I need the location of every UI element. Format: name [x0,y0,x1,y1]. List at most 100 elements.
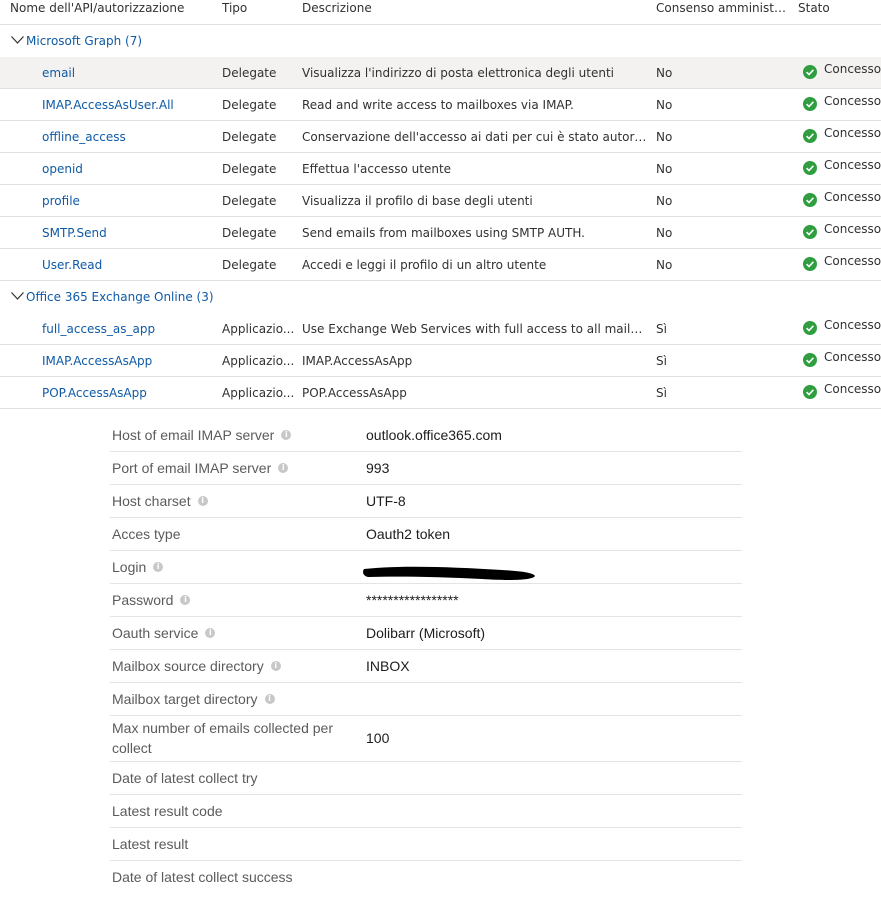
setting-label-text: Latest result [112,836,189,852]
info-icon[interactable]: i [281,430,292,441]
check-circle-icon [803,352,817,367]
permission-admin-consent: Sì [656,354,667,368]
permission-row[interactable]: IMAP.AccessAsApp Applicazio... IMAP.Access… [0,345,881,377]
permission-row[interactable]: offline_access Delegate Conservazione dell… [0,121,881,153]
status-label: Concesso p [824,158,881,172]
setting-value: INBOX [366,658,410,674]
status-label: Concesso p [824,190,881,204]
permission-admin-consent: No [656,226,673,240]
group-label[interactable]: Microsoft Graph (7) [26,25,142,58]
permission-row[interactable]: email Delegate Visualizza l'indirizzo di p… [0,57,881,89]
setting-value: UTF-8 [366,493,406,509]
setting-label-text: Latest result code [112,803,223,819]
status-label: Concesso p [824,126,881,140]
permission-admin-consent: No [656,66,673,80]
info-icon[interactable]: i [278,463,289,474]
chevron-down-icon[interactable] [11,292,24,300]
setting-label-text: Acces type [112,526,181,542]
permission-name-link[interactable]: User.Read [42,249,217,282]
permission-status: Concesso p [803,377,881,409]
permission-row[interactable]: POP.AccessAsApp Applicazio... POP.AccessAs… [0,377,881,409]
setting-value: Oauth2 token [366,526,451,542]
permission-admin-consent: No [656,98,673,112]
setting-row-access-type: Acces type Oauth2 token [110,518,742,551]
permission-row[interactable]: IMAP.AccessAsUser.All Delegate Read and wr… [0,89,881,121]
permission-status: Concesso p [803,345,881,378]
permission-row[interactable]: User.Read Delegate Accedi e leggi il profi… [0,249,881,281]
group-label[interactable]: Office 365 Exchange Online (3) [26,281,214,314]
status-label: Concesso p [824,382,881,396]
setting-label-text: Date of latest collect try [112,770,258,786]
permission-row[interactable]: SMTP.Send Delegate Send emails from mailbo… [0,217,881,249]
permission-row[interactable]: profile Delegate Visualizza il profilo di … [0,185,881,217]
setting-label-text: Date of latest collect success [112,869,293,885]
permission-description: Use Exchange Web Services with full acce… [302,322,648,336]
setting-label-text: Oauth service [112,625,199,641]
permission-row[interactable]: openid Delegate Effettua l'accesso utente N… [0,153,881,185]
setting-label-text: Login [112,559,147,575]
setting-label: Acces type [112,518,180,550]
permission-status: Concesso p [803,185,881,218]
permission-name-link[interactable]: IMAP.AccessAsUser.All [42,89,217,122]
column-header-admin-consent[interactable]: Consenso amministr... [656,0,788,16]
setting-row-source-directory: Mailbox source directory i INBOX [110,650,742,683]
status-label: Concesso p [824,350,881,364]
setting-label: Latest result [112,828,188,860]
permission-status: Concesso p [803,57,881,90]
permission-description: Visualizza il profilo di base degli uten… [302,194,533,208]
group-microsoft-graph[interactable]: Microsoft Graph (7) [0,25,881,58]
column-header-description[interactable]: Descrizione [302,0,372,16]
setting-row-latest-collect-success: Date of latest collect success [110,861,742,893]
setting-label: Max number of emails collected per colle… [112,718,352,758]
setting-label: Host charset i [112,485,208,517]
setting-label: Port of email IMAP server i [112,452,289,484]
permission-description: POP.AccessAsApp [302,386,407,400]
setting-row-target-directory: Mailbox target directory i [110,683,742,716]
permission-name-link[interactable]: IMAP.AccessAsApp [42,345,217,378]
permission-name-link[interactable]: profile [42,185,217,218]
setting-label: Host of email IMAP server i [112,419,292,451]
info-icon[interactable]: i [197,496,208,507]
permission-type: Delegate [222,98,277,112]
permission-name-link[interactable]: full_access_as_app [42,313,217,346]
permission-type: Delegate [222,162,277,176]
setting-label-text: Max number of emails collected per colle… [112,720,333,756]
setting-value: Dolibarr (Microsoft) [366,625,486,641]
check-circle-icon [803,96,817,111]
permission-name-link[interactable]: offline_access [42,121,217,154]
permission-row[interactable]: full_access_as_app Applicazio... Use Excha… [0,313,881,345]
setting-row-latest-collect-try: Date of latest collect try [110,762,742,795]
info-icon[interactable]: i [205,628,216,639]
info-icon[interactable]: i [270,661,281,672]
permission-type: Applicazio... [222,354,295,368]
permission-type: Delegate [222,130,277,144]
status-label: Concesso p [824,318,881,332]
status-label: Concesso p [824,94,881,108]
setting-row-latest-result: Latest result [110,828,742,861]
status-label: Concesso p [824,222,881,236]
setting-label: Oauth service i [112,617,216,649]
setting-label-text: Mailbox source directory [112,658,264,674]
setting-label-text: Port of email IMAP server [112,460,272,476]
permission-name-link[interactable]: POP.AccessAsApp [42,377,217,409]
info-icon[interactable]: i [153,562,164,573]
check-circle-icon [803,256,817,271]
permission-description: Conservazione dell'accesso ai dati per c… [302,130,648,144]
column-header-type[interactable]: Tipo [222,0,247,16]
info-icon[interactable]: i [264,694,275,705]
column-header-status[interactable]: Stato [798,0,830,16]
permission-description: Effettua l'accesso utente [302,162,452,176]
permission-name-link[interactable]: openid [42,153,217,186]
permission-name-link[interactable]: email [42,57,217,90]
setting-value: ***************** [366,592,459,608]
setting-row-latest-result-code: Latest result code [110,795,742,828]
chevron-down-icon[interactable] [11,36,24,44]
permission-type: Delegate [222,194,277,208]
info-icon[interactable]: i [180,595,191,606]
column-header-name[interactable]: Nome dell'API/autorizzazione [10,0,184,16]
setting-row-imap-port: Port of email IMAP server i 993 [110,452,742,485]
permission-name-link[interactable]: SMTP.Send [42,217,217,250]
permission-type: Delegate [222,66,277,80]
setting-label-text: Password [112,592,174,608]
group-office365-exchange-online[interactable]: Office 365 Exchange Online (3) [0,281,881,314]
